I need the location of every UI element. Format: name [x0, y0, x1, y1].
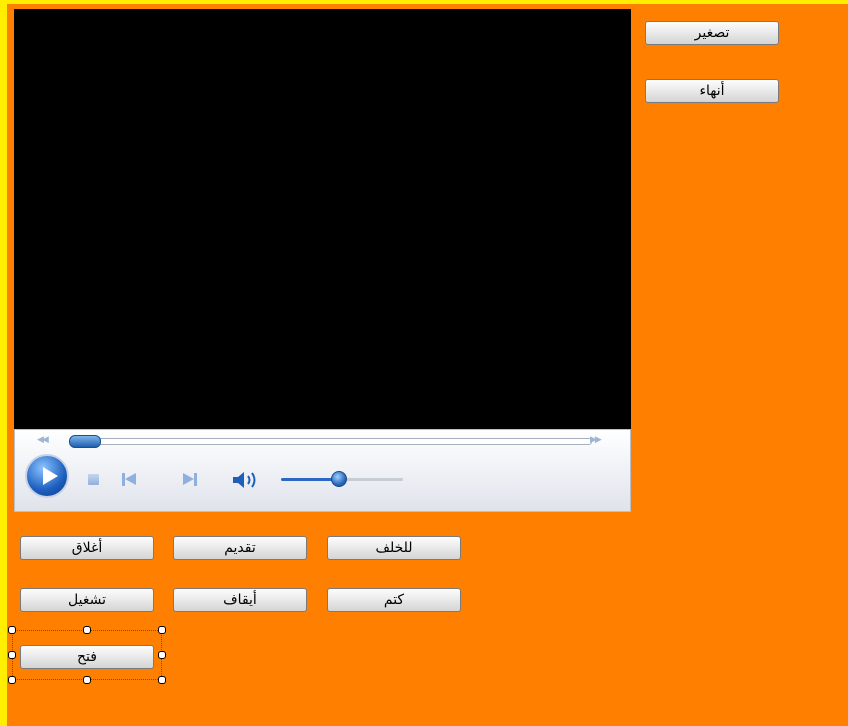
resize-handle-right[interactable] [158, 651, 166, 659]
media-control-bar: ◀◀ ▶▶ [14, 429, 631, 512]
resize-handle-bottom-left[interactable] [8, 676, 16, 684]
stop-icon[interactable] [88, 474, 99, 485]
resize-handle-bottom[interactable] [83, 676, 91, 684]
resize-handle-top[interactable] [83, 626, 91, 634]
previous-icon[interactable] [122, 473, 138, 486]
video-display[interactable] [14, 9, 631, 429]
open-button[interactable]: فتح [20, 645, 154, 669]
forward-button[interactable]: تقديم [173, 536, 307, 560]
volume-thumb[interactable] [331, 471, 347, 487]
stop-button[interactable]: أيقاف [173, 588, 307, 612]
play-icon[interactable] [25, 454, 69, 498]
close-button[interactable]: أغلاق [20, 536, 154, 560]
seek-slider[interactable] [82, 438, 592, 445]
seek-thumb[interactable] [69, 435, 101, 448]
fast-forward-icon[interactable]: ▶▶ [590, 435, 602, 445]
resize-handle-bottom-right[interactable] [158, 676, 166, 684]
next-icon[interactable] [183, 473, 199, 486]
resize-handle-top-right[interactable] [158, 626, 166, 634]
minimize-button[interactable]: تصغير [645, 21, 779, 45]
volume-icon[interactable] [232, 470, 262, 490]
rewind-icon[interactable]: ◀◀ [37, 435, 49, 445]
end-button[interactable]: أنهاء [645, 79, 779, 103]
resize-handle-top-left[interactable] [8, 626, 16, 634]
play-button[interactable]: تشغيل [20, 588, 154, 612]
mute-button[interactable]: كتم [327, 588, 461, 612]
back-button[interactable]: للخلف [327, 536, 461, 560]
resize-handle-left[interactable] [8, 651, 16, 659]
